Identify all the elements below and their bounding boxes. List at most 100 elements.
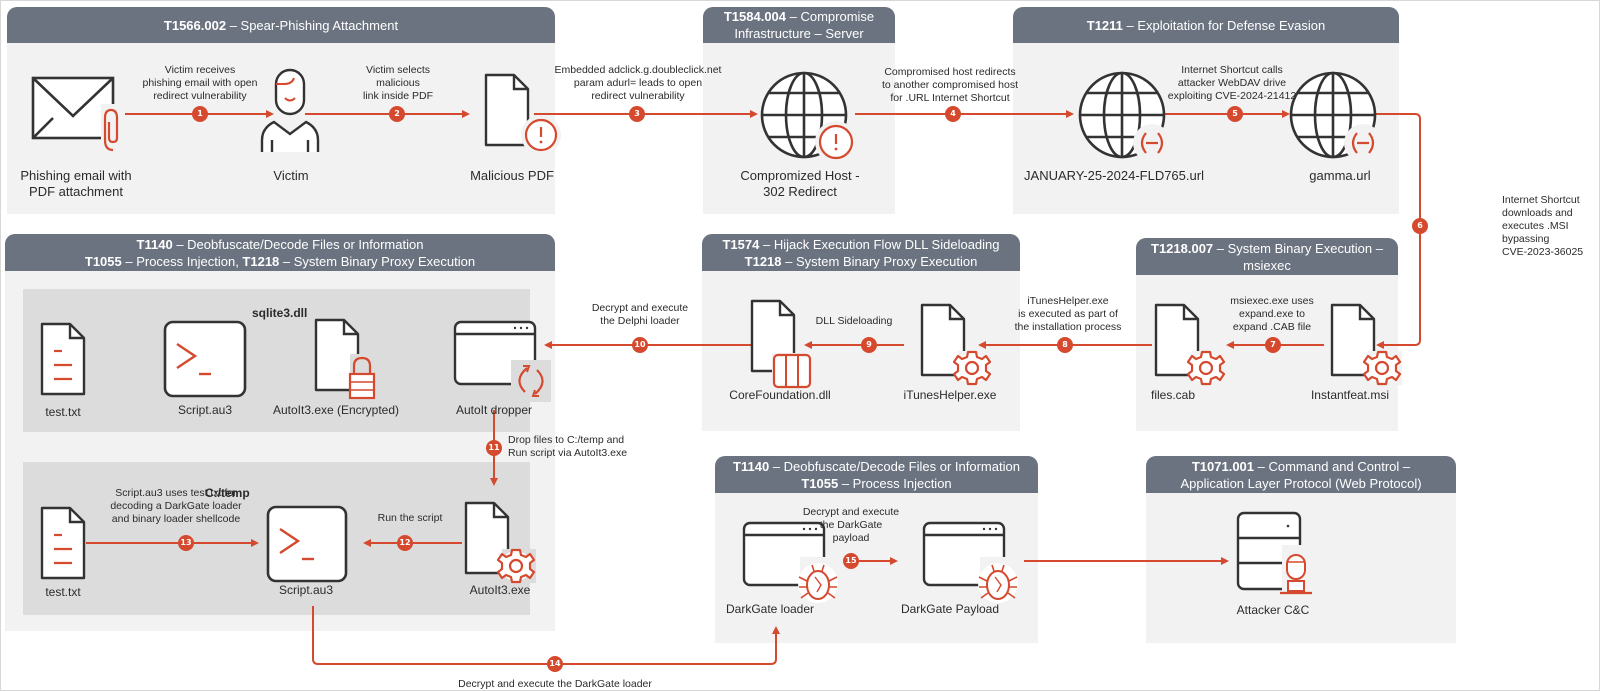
- technique-name: – System Binary Proxy Execution: [781, 253, 978, 269]
- edge-label-line: redirect vulnerability: [153, 90, 247, 102]
- panel-header-line: T1140 – Deobfuscate/Decode Files or Info…: [715, 458, 1038, 475]
- edge-label-line: and binary loader shellcode: [111, 513, 241, 525]
- panel-header-line: T1211 – Exploitation for Defense Evasion: [1013, 17, 1399, 34]
- panel-header-line: Application Layer Protocol (Web Protocol…: [1146, 475, 1456, 492]
- edge-label-line: Decrypt and execute: [802, 506, 900, 518]
- technique-id: T1574: [722, 236, 760, 252]
- edge-label-line: for .URL Internet Shortcut: [890, 92, 1010, 104]
- technique-name: – Process Injection: [838, 475, 952, 491]
- edge-11-label: Drop files to C:/temp and Run script via …: [508, 434, 627, 460]
- panel-header-line: T1055 – Process Injection: [715, 475, 1038, 492]
- edge-label-line: DLL Sideloading: [815, 315, 893, 327]
- label-line: Compromized Host -: [740, 168, 860, 183]
- technique-id: T1055: [84, 253, 122, 269]
- step-badge-1: 1: [192, 106, 208, 122]
- step-badge-7: 7: [1265, 337, 1281, 353]
- edge-label-line: link inside PDF: [362, 90, 434, 102]
- technique-name: – Compromise: [786, 9, 875, 24]
- panel-header: T1071.001 – Command and Control – Applica…: [1146, 456, 1456, 493]
- edge-label-line: attacker WebDAV drive: [1177, 77, 1287, 89]
- step-badge-6: 6: [1412, 218, 1428, 234]
- node-corefoundation-label: CoreFoundation.dll: [729, 388, 831, 402]
- edge-13-label: Script.au3 uses test.txt for decoding a D…: [110, 487, 241, 526]
- node-ituneshelper-label: iTunesHelper.exe: [903, 388, 997, 402]
- step-badge-10: 10: [632, 337, 648, 353]
- step-badge-11: 11: [486, 440, 502, 456]
- edge-label-line: Run the script: [377, 512, 443, 524]
- panel-header-line: Infrastructure – Server: [703, 25, 895, 42]
- technique-id: T1055: [801, 475, 839, 491]
- panel-header-line: T1218 – System Binary Proxy Execution: [702, 253, 1020, 270]
- technique-name: – System Binary Execution – msiexec: [1213, 240, 1383, 273]
- technique-name: Application Layer Protocol (Web Protocol…: [1180, 475, 1422, 491]
- technique-name: – Exploitation for Defense Evasion: [1122, 17, 1326, 33]
- edge-5-label: Internet Shortcut calls attacker WebDAV d…: [1168, 64, 1296, 103]
- edge-label-line: the Delphi loader: [600, 315, 680, 327]
- step-badge-9: 9: [861, 337, 877, 353]
- node-darkgate-payload-label: DarkGate Payload: [900, 602, 1000, 616]
- edge-label-line: downloads and: [1502, 207, 1573, 219]
- node-instantfeat-msi-label: Instantfeat.msi: [1310, 388, 1390, 402]
- edge-3-label: Embedded adclick.g.doubleclick.net param …: [555, 64, 722, 103]
- node-attacker-cnc-label: Attacker C&C: [1236, 603, 1310, 617]
- technique-name: – Hijack Execution Flow DLL Sideloading: [759, 236, 1000, 252]
- technique-id: T1071.001: [1191, 458, 1255, 474]
- technique-id: T1566.002: [163, 17, 227, 33]
- edge-label-line: Internet Shortcut calls: [1181, 64, 1283, 76]
- step-badge-12: 12: [397, 535, 413, 551]
- node-test-txt-label: test.txt: [45, 405, 81, 419]
- panel-header-line: T1566.002 – Spear-Phishing Attachment: [7, 17, 555, 34]
- edge-1-label: Victim receives phishing email with open r…: [143, 64, 258, 103]
- node-january-url-label: JANUARY-25-2024-FLD765.url: [1024, 168, 1204, 183]
- panel-header-line: T1218.007 – System Binary Execution – ms…: [1136, 240, 1398, 274]
- node-malicious-pdf-label: Malicious PDF: [470, 168, 554, 183]
- technique-name: – Deobfuscate/Decode Files or Informatio…: [172, 236, 424, 252]
- technique-name: – Command and Control –: [1254, 458, 1411, 474]
- edge-label-line: the DarkGate: [819, 519, 883, 531]
- technique-name: – Deobfuscate/Decode Files or Informatio…: [769, 458, 1020, 474]
- edge-label-line: malicious: [376, 77, 420, 89]
- edge-14-label: Decrypt and execute the DarkGate loader: [458, 678, 652, 691]
- technique-id: T1218: [744, 253, 782, 269]
- edge-label-line: payload: [832, 532, 870, 544]
- edge-label-line: bypassing: [1502, 233, 1550, 245]
- edge-6-label: Internet Shortcut downloads and executes .…: [1502, 194, 1583, 259]
- node-autoit-dropper-label: AutoIt dropper: [455, 403, 533, 417]
- edge-8-label: iTunesHelper.exe is executed as part of th…: [1015, 295, 1122, 334]
- node-test-txt-label: test.txt: [45, 585, 81, 599]
- edge-label-line: is executed as part of: [1018, 308, 1118, 320]
- panel-header-line: T1140 – Deobfuscate/Decode Files or Info…: [5, 236, 555, 253]
- edge-label-line: exploiting CVE-2024-21412: [1167, 90, 1297, 102]
- label-line: PDF attachment: [29, 184, 123, 199]
- node-script-au3-label: Script.au3: [278, 583, 334, 597]
- technique-name: – System Binary Proxy Execution: [279, 253, 476, 269]
- technique-id: T1218.007: [1151, 240, 1214, 256]
- edge-label-line: param adurl= leads to open: [573, 77, 703, 89]
- edge-label-line: Victim receives: [164, 64, 236, 76]
- step-badge-5: 5: [1227, 106, 1243, 122]
- step-badge-8: 8: [1057, 337, 1073, 353]
- panel-header-line: T1071.001 – Command and Control –: [1146, 458, 1456, 475]
- technique-name: – Spear-Phishing Attachment: [226, 17, 399, 33]
- subpanel-c-temp: [23, 462, 530, 615]
- edge-label-line: Drop files to C:/temp and: [508, 434, 625, 446]
- label-line: 302 Redirect: [763, 184, 837, 199]
- edge-label-line: Decrypt and execute the DarkGate loader: [458, 678, 652, 690]
- node-autoit3-exe-label: AutoIt3.exe: [469, 583, 531, 597]
- edge-label-line: decoding a DarkGate loader: [110, 500, 242, 512]
- edge-label-line: Internet Shortcut: [1502, 194, 1580, 206]
- edge-label-line: Compromised host redirects: [884, 66, 1016, 78]
- panel-header: T1211 – Exploitation for Defense Evasion: [1013, 7, 1399, 43]
- edge-label-line: redirect vulnerability: [591, 90, 685, 102]
- edge-label-line: Decrypt and execute: [591, 302, 689, 314]
- technique-id: T1211: [1086, 17, 1123, 33]
- edge-label-line: expand.exe to: [1239, 308, 1305, 320]
- subpanel-sqlite3-dll-title: sqlite3.dll: [252, 306, 308, 320]
- edge-label-line: phishing email with open: [142, 77, 258, 89]
- edge-label-line: the installation process: [1014, 321, 1122, 333]
- edge-label-line: expand .CAB file: [1232, 321, 1312, 333]
- node-victim-label: Victim: [273, 168, 309, 183]
- technique-id: T1140: [136, 236, 173, 252]
- edge-12-label: Run the script: [378, 512, 443, 525]
- panel-header: T1140 – Deobfuscate/Decode Files or Info…: [5, 234, 555, 271]
